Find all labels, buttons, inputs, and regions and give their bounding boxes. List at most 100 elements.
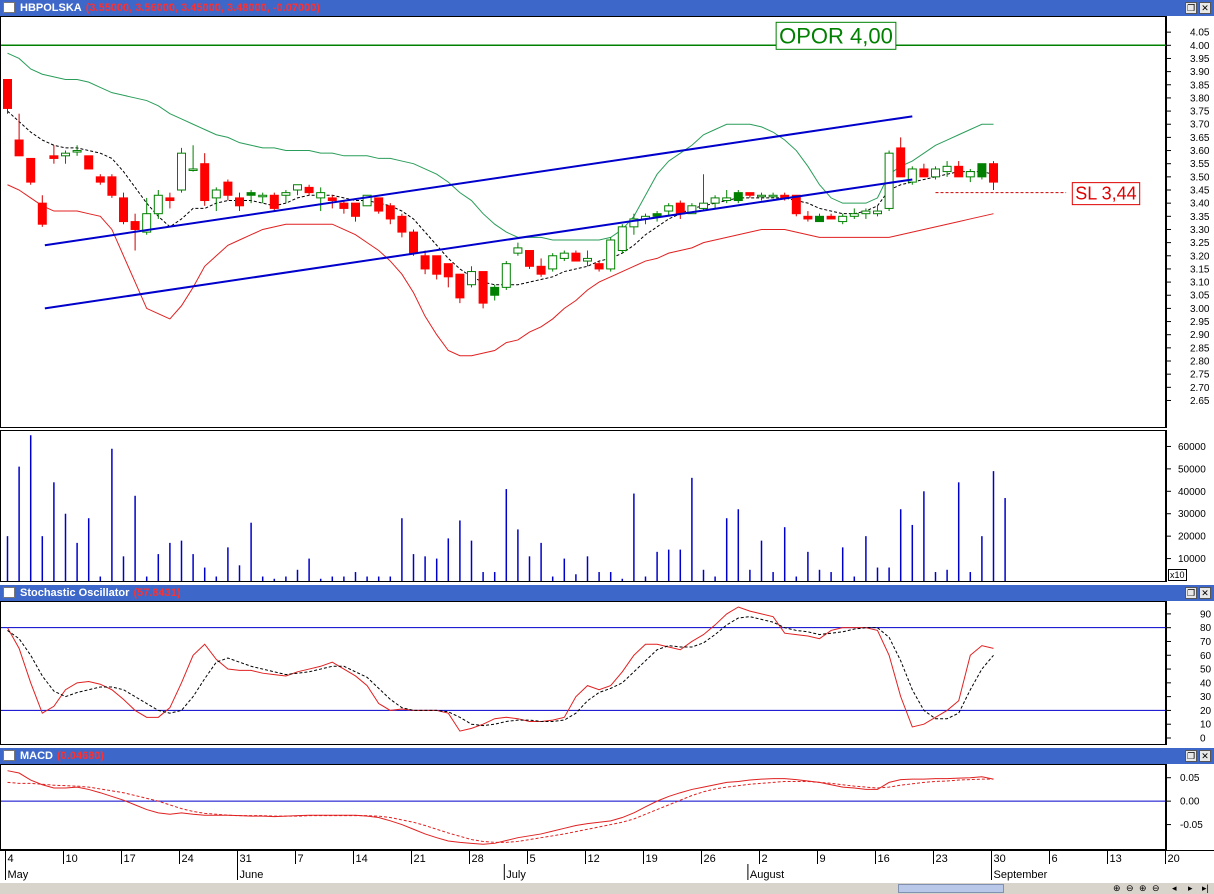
candle-body (884, 152, 894, 209)
candle-body (536, 265, 546, 275)
date-axis-labels: 4 10 17 24 31 7 14 21 28 5 12 19 26 2 9 16 23 30 6 13 20 May J… (5, 851, 1180, 881)
candle-body (583, 257, 592, 262)
candle-body (49, 155, 59, 159)
fit-icon[interactable]: ⊕ (1139, 883, 1147, 894)
close-window-button[interactable]: ✕ (1199, 587, 1211, 599)
price-axis-tick-label: 3.80 (1190, 93, 1210, 104)
month-label: June (240, 869, 264, 881)
macd-window-name: MACD (20, 750, 53, 762)
candle-body (165, 197, 175, 202)
zoom-out-icon[interactable]: ⊖ (1126, 883, 1134, 894)
candle-body (815, 215, 824, 223)
candle-body (931, 168, 940, 178)
candle-body (571, 252, 581, 262)
candle-body (258, 194, 268, 198)
candle-body (977, 163, 987, 178)
candle-body (501, 263, 511, 288)
candle-body (478, 271, 488, 304)
stochastic-window-name: Stochastic Oscillator (20, 587, 130, 599)
macd-pane[interactable]: 0.05 0.00 -0.05 (0, 764, 1214, 850)
candle-body (119, 197, 128, 223)
candle-body (316, 192, 326, 199)
date-tick-label: 10 (66, 853, 78, 865)
price-axis-tick-label: 2.95 (1190, 317, 1210, 328)
price-axis-tick-label: 3.65 (1190, 133, 1210, 144)
candle-body (989, 163, 998, 183)
candle-body (965, 171, 975, 178)
price-axis-tick-label: 2.80 (1190, 357, 1210, 368)
candle-body (61, 152, 70, 157)
volume-chart[interactable]: 60000 50000 40000 30000 20000 10000 (0, 430, 1214, 582)
stochastic-window-values: (57.8431) (133, 587, 181, 599)
scroll-left-icon[interactable]: ◂ (1172, 883, 1177, 894)
macd-window-title-bar[interactable]: MACD (0.04680) ❐ ✕ (0, 748, 1214, 764)
price-window-title-bar[interactable]: HBPOLSKA (3.55000, 3.56000, 3.45000, 3.48… (0, 0, 1214, 16)
price-axis-tick-label: 3.05 (1190, 291, 1210, 302)
candle-body (873, 210, 882, 215)
candle-body (919, 168, 929, 178)
horizontal-scrollbar[interactable]: ⊕ ⊖ ⊕ ⊖ ◂ ▸ ▸| (0, 883, 1214, 894)
scrollbar-thumb[interactable] (898, 884, 1004, 893)
price-axis-tick-label: 3.55 (1190, 159, 1210, 170)
close-window-button[interactable]: ✕ (1199, 750, 1211, 762)
macd-axis-tick-label: -0.05 (1180, 820, 1203, 831)
date-tick-label: 21 (414, 853, 426, 865)
candle-body (733, 192, 743, 202)
volume-pane[interactable]: 60000 50000 40000 30000 20000 10000 x10 (0, 430, 1214, 582)
stochastic-axis-tick-label: 0 (1200, 734, 1206, 745)
price-window-values: (3.55000, 3.56000, 3.45000, 3.48000, -0.… (85, 2, 320, 14)
volume-axis-tick-label: 50000 (1178, 464, 1206, 475)
date-tick-label: 30 (994, 853, 1006, 865)
date-tick-label: 16 (878, 853, 890, 865)
candle-body (722, 197, 732, 202)
candle-body (710, 197, 720, 204)
date-tick-label: 14 (356, 853, 368, 865)
date-tick-label: 13 (1110, 853, 1122, 865)
price-axis-tick-label: 3.20 (1190, 251, 1210, 262)
zoom-in-icon[interactable]: ⊕ (1113, 883, 1121, 894)
restore-window-button[interactable]: ❐ (1185, 2, 1197, 14)
window-menu-icon[interactable] (3, 587, 15, 598)
scroll-end-icon[interactable]: ▸| (1202, 883, 1209, 894)
restore-window-button[interactable]: ❐ (1185, 750, 1197, 762)
candle-body (95, 176, 105, 183)
stochastic-window-title-bar[interactable]: Stochastic Oscillator (57.8431) ❐ ✕ (0, 585, 1214, 601)
restore-window-button[interactable]: ❐ (1185, 587, 1197, 599)
window-menu-icon[interactable] (3, 750, 15, 761)
date-tick-label: 31 (240, 853, 252, 865)
candle-body (861, 210, 871, 215)
candle-body (559, 252, 569, 259)
price-axis-tick-label: 3.00 (1190, 304, 1210, 315)
price-window-name: HBPOLSKA (20, 2, 82, 14)
candle-body (26, 157, 36, 183)
macd-chart[interactable]: 0.05 0.00 -0.05 (0, 764, 1214, 850)
reset-icon[interactable]: ⊖ (1152, 883, 1160, 894)
candle-body (223, 181, 233, 196)
window-menu-icon[interactable] (3, 2, 15, 13)
date-tick-label: 19 (646, 853, 658, 865)
scroll-right-icon[interactable]: ▸ (1188, 883, 1193, 894)
candle-body (455, 273, 465, 299)
macd-signal-line (7, 778, 994, 843)
month-label: May (8, 869, 29, 881)
stochastic-axis-tick-label: 90 (1200, 609, 1212, 620)
candle-body (327, 197, 337, 202)
candle-body (14, 139, 24, 157)
stochastic-pane[interactable]: 90 80 70 60 50 40 30 20 10 0 (0, 601, 1214, 745)
close-window-button[interactable]: ✕ (1199, 2, 1211, 14)
candle-body (652, 213, 662, 217)
candle-body (606, 239, 616, 270)
date-tick-label: 23 (936, 853, 948, 865)
price-pane[interactable]: 4.05 4.00 3.95 3.90 3.85 3.80 3.75 3.70 3.65 3.60… (0, 16, 1214, 428)
candle-body (37, 202, 47, 225)
date-tick-label: 24 (182, 853, 194, 865)
stochastic-chart[interactable]: 90 80 70 60 50 40 30 20 10 0 (0, 601, 1214, 745)
volume-axis-tick-label: 10000 (1178, 554, 1206, 565)
price-axis-tick-label: 4.05 (1190, 28, 1210, 39)
volume-multiplier-label: x10 (1168, 569, 1187, 581)
price-axis-tick-label: 3.75 (1190, 107, 1210, 118)
price-chart[interactable]: 4.05 4.00 3.95 3.90 3.85 3.80 3.75 3.70 3.65 3.60… (0, 16, 1214, 428)
date-tick-label: 4 (8, 853, 14, 865)
candle-body (72, 150, 82, 153)
price-axis-tick-label: 2.75 (1190, 370, 1210, 381)
